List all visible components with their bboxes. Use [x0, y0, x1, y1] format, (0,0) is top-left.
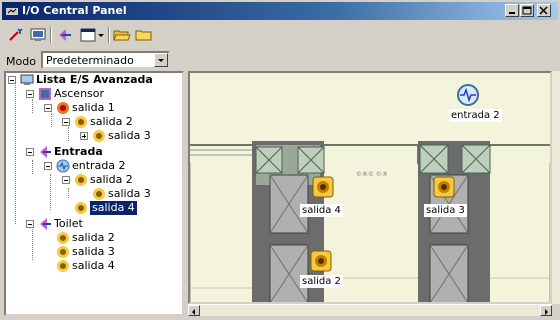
maximize-icon [522, 6, 532, 15]
collapse-icon[interactable] [26, 148, 34, 156]
tree-item-label: salida 4 [90, 201, 137, 215]
speaker-icon [57, 246, 69, 258]
arrow-icon [40, 218, 51, 230]
mode-label: Modo [6, 55, 36, 68]
vertical-scrollbar[interactable] [552, 71, 560, 304]
app-icon [6, 8, 18, 15]
tree-group-label: Entrada [54, 145, 103, 158]
toolbar-separator [108, 27, 110, 43]
close-button[interactable] [537, 4, 551, 17]
folder-button[interactable] [134, 26, 154, 44]
monitor-icon [30, 28, 46, 41]
speaker-icon[interactable] [433, 176, 455, 198]
sensor-icon [56, 159, 70, 173]
maximize-button[interactable] [520, 4, 534, 17]
window-button[interactable] [78, 26, 98, 44]
collapse-icon[interactable] [62, 176, 70, 184]
tree-item-label: salida 1 [72, 101, 115, 114]
speaker-icon [57, 102, 69, 114]
speaker-icon [75, 116, 87, 128]
collapse-icon[interactable] [62, 118, 70, 126]
tree-item-label: salida 4 [72, 259, 115, 272]
speaker-icon[interactable] [310, 250, 332, 272]
arrow-button[interactable] [54, 26, 74, 44]
toolbar [4, 24, 556, 46]
floor-plan-drawing [190, 73, 550, 302]
tree-group-label: Ascensor [54, 87, 105, 100]
mode-select[interactable]: Predeterminado [41, 51, 170, 69]
scroll-right-button[interactable] [540, 305, 552, 316]
chevron-right-icon [545, 309, 548, 315]
tree-group-label: Toilet [54, 217, 83, 230]
collapse-icon[interactable] [8, 76, 16, 84]
folder-icon [135, 30, 152, 41]
speaker-icon [93, 130, 105, 142]
map-small-text: ©®© ©® [356, 171, 388, 178]
chevron-down-icon [98, 34, 104, 37]
tree-line [15, 85, 17, 224]
map-label-salida-3: salida 3 [424, 204, 467, 217]
collapse-icon[interactable] [44, 104, 52, 112]
map-label-salida-2: salida 2 [300, 275, 343, 288]
tree-item-label: salida 2 [72, 231, 115, 244]
floor-plan-view[interactable]: entrada 2 salida 4 salida 3 salida 2 ©®©… [188, 71, 552, 304]
group-icon [39, 88, 51, 100]
wand-icon [9, 28, 23, 41]
expand-icon[interactable] [80, 132, 88, 140]
monitor-button[interactable] [28, 26, 48, 44]
chevron-down-icon [158, 59, 164, 62]
tree-line [50, 174, 52, 210]
wand-button[interactable] [6, 26, 26, 44]
mode-dropdown-button[interactable] [154, 53, 168, 67]
arrow-icon [59, 29, 71, 41]
tree-line [68, 127, 70, 141]
folder-open-icon [113, 30, 131, 41]
arrow-icon [40, 146, 51, 158]
minimize-button[interactable] [505, 4, 519, 17]
tree-line [32, 224, 34, 260]
tree-line [32, 160, 34, 174]
tree-item-label: salida 2 [90, 115, 133, 128]
collapse-icon[interactable] [26, 90, 34, 98]
tree-root-label: Lista E/S Avanzada [36, 73, 153, 86]
close-icon [539, 6, 548, 15]
tree-item-label: salida 3 [72, 245, 115, 258]
speaker-icon [75, 202, 87, 214]
speaker-icon [75, 174, 87, 186]
mode-value: Predeterminado [46, 54, 134, 67]
sensor-icon[interactable] [456, 83, 480, 107]
io-tree[interactable]: Lista E/S Avanzada Ascensor salida 1 sal… [4, 71, 184, 316]
map-label-salida-4: salida 4 [300, 204, 343, 217]
tree-item-label: salida 3 [108, 187, 151, 200]
window-dropdown-button[interactable] [96, 26, 106, 44]
computer-icon [20, 74, 34, 85]
scroll-left-button[interactable] [188, 305, 200, 316]
horizontal-scrollbar[interactable] [188, 304, 552, 316]
collapse-icon[interactable] [44, 162, 52, 170]
tree-line [51, 113, 53, 127]
speaker-icon [57, 232, 69, 244]
toolbar-separator [50, 27, 52, 43]
speaker-icon[interactable] [312, 176, 334, 198]
app-window: I/O Central Panel Modo Predeterminado Li… [0, 0, 560, 320]
title-bar: I/O Central Panel [2, 2, 558, 20]
speaker-icon [57, 260, 69, 272]
collapse-icon[interactable] [26, 220, 34, 228]
map-label-entrada-2: entrada 2 [449, 109, 502, 122]
tree-line [32, 99, 34, 113]
minimize-icon [509, 12, 515, 14]
tree-item-label: salida 2 [90, 173, 133, 186]
window-icon [80, 28, 96, 42]
open-folder-button[interactable] [112, 26, 132, 44]
tree-item-label: salida 3 [108, 129, 151, 142]
chevron-left-icon [192, 309, 195, 315]
tree-line [68, 188, 70, 198]
speaker-icon [93, 188, 105, 200]
tree-item-label: entrada 2 [72, 159, 126, 172]
window-title: I/O Central Panel [22, 4, 127, 17]
